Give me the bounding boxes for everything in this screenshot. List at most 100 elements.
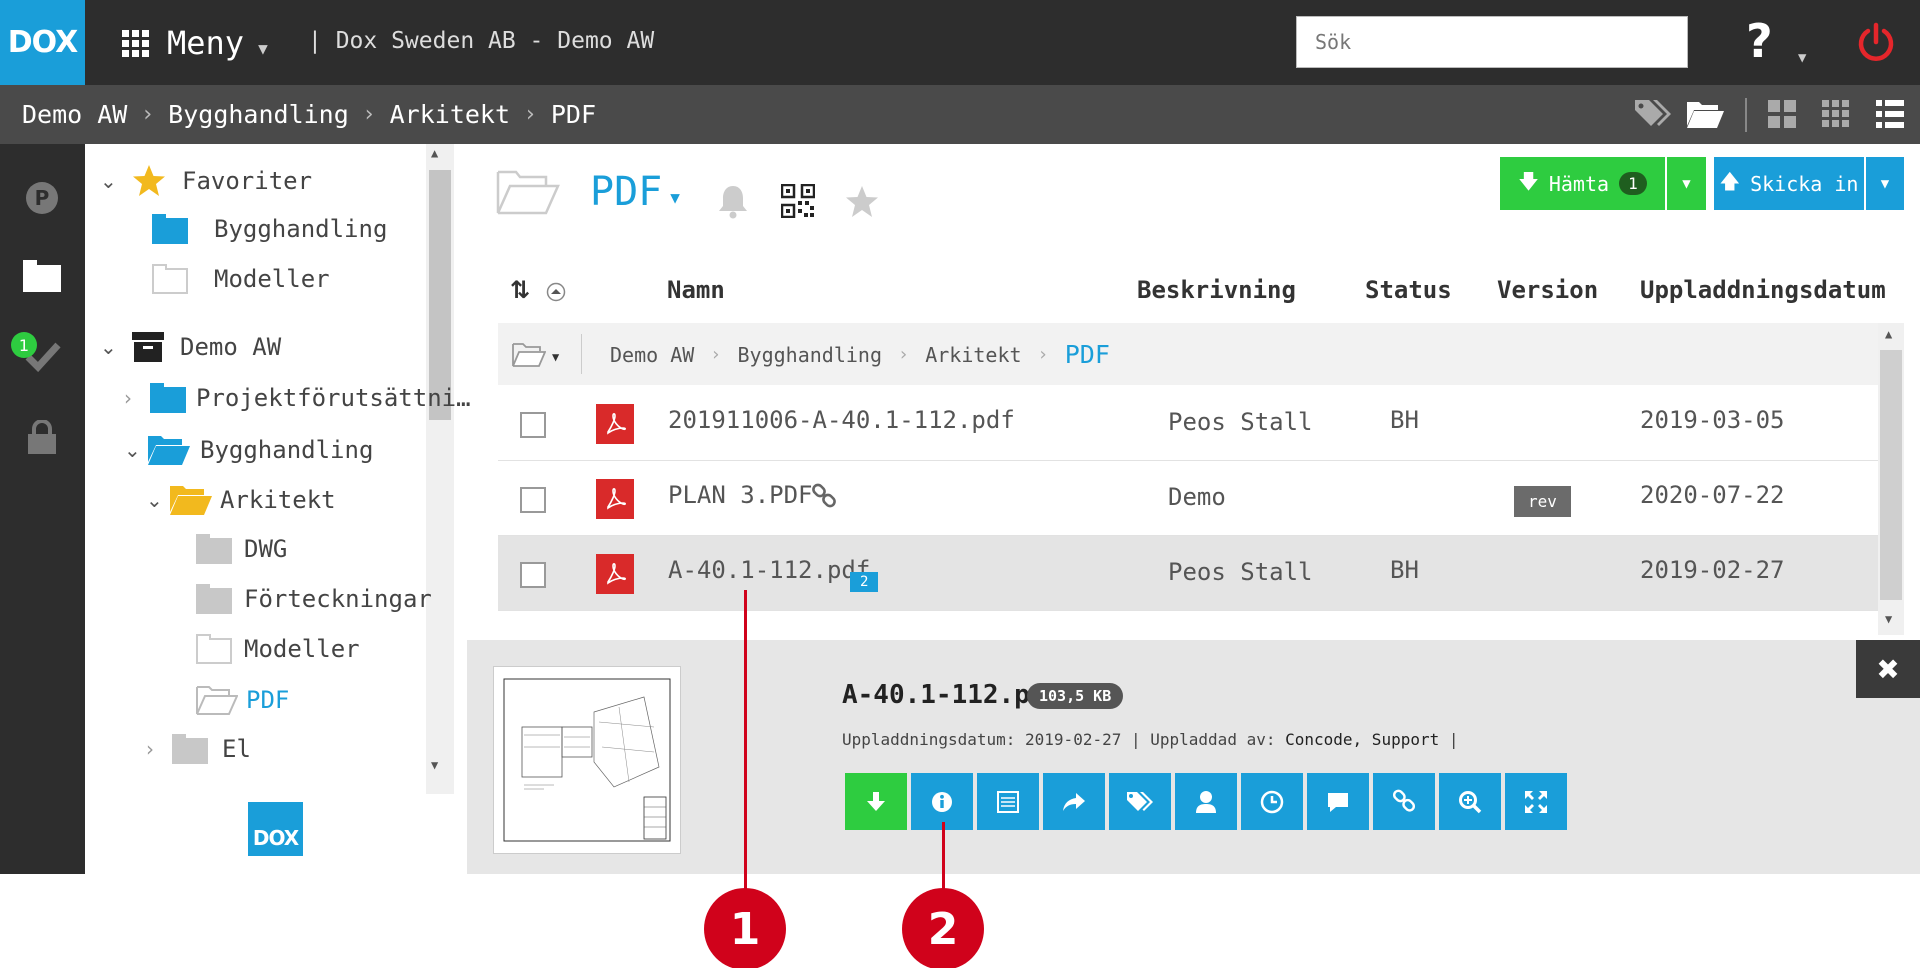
breadcrumb-item[interactable]: Bygghandling <box>168 100 349 129</box>
tree-item-label: Favoriter <box>182 167 313 195</box>
tree-item-demo-aw[interactable]: ⌄ Demo AW <box>100 332 281 362</box>
column-header-version[interactable]: Version <box>1497 276 1598 304</box>
meta-prefix: Uppladdningsdatum: 2019-02-27 | Uppladda… <box>842 730 1286 749</box>
folder-icon[interactable] <box>23 260 61 292</box>
column-header-name[interactable]: Namn <box>667 276 725 304</box>
column-header-description[interactable]: Beskrivning <box>1137 276 1296 304</box>
company-name: | Dox Sweden AB - Demo AW <box>308 28 655 54</box>
upload-button[interactable]: 🡅 Skicka in <box>1714 157 1864 210</box>
tree-item-dwg[interactable]: DWG <box>196 534 287 564</box>
folder-open-outline-icon[interactable] <box>512 342 546 368</box>
comment-action-button[interactable] <box>1307 773 1369 830</box>
lock-icon[interactable] <box>26 420 58 454</box>
grid-small-icon[interactable] <box>1822 100 1850 128</box>
row-checkbox[interactable] <box>520 487 546 513</box>
close-detail-button[interactable]: ✖ <box>1856 640 1920 698</box>
chevron-down-icon[interactable]: ⌄ <box>100 169 122 193</box>
zoom-action-button[interactable] <box>1439 773 1501 830</box>
column-header-date[interactable]: Uppladdningsdatum <box>1640 276 1886 304</box>
file-name[interactable]: A-40.1-112.pdf <box>668 556 870 584</box>
table-scrollbar-thumb[interactable] <box>1880 350 1902 600</box>
chevron-down-icon[interactable]: ⌄ <box>124 438 146 462</box>
share-action-button[interactable] <box>1043 773 1105 830</box>
tree-item-bygghandling[interactable]: ⌄ Bygghandling <box>124 434 373 466</box>
dox-logo[interactable]: DOX <box>0 0 85 85</box>
tree-item-favoriter[interactable]: ⌄ Favoriter <box>100 164 312 198</box>
version-badge[interactable]: rev <box>1514 485 1571 517</box>
table-row[interactable]: PLAN 3.PDF Demo rev 2020-07-22 <box>498 461 1878 536</box>
file-status: BH <box>1390 556 1419 584</box>
favorite-star-icon[interactable] <box>844 185 880 219</box>
file-name[interactable]: 201911006-A-40.1-112.pdf <box>668 406 1015 434</box>
tree-item-modeller-fav[interactable]: Modeller <box>152 264 330 294</box>
folder-open-icon[interactable] <box>1686 98 1724 130</box>
column-header-status[interactable]: Status <box>1365 276 1452 304</box>
tags-icon <box>1127 791 1153 811</box>
folder-icon <box>152 214 188 244</box>
scroll-up-icon[interactable]: ▲ <box>1885 327 1892 341</box>
link-action-button[interactable] <box>1373 773 1435 830</box>
path-item[interactable]: Demo AW <box>610 343 694 367</box>
table-row[interactable]: 201911006-A-40.1-112.pdf Peos Stall BH 2… <box>498 386 1878 461</box>
path-item-current[interactable]: PDF <box>1065 340 1110 369</box>
chevron-down-icon[interactable]: ⌄ <box>100 335 122 359</box>
list-view-icon[interactable] <box>1876 100 1904 128</box>
row-checkbox[interactable] <box>520 412 546 438</box>
parking-icon[interactable]: P <box>25 181 59 215</box>
tree-item-forteckningar[interactable]: Förteckningar <box>196 584 432 614</box>
chevron-right-icon[interactable]: › <box>146 737 168 761</box>
tree-item-pdf[interactable]: PDF <box>196 684 289 716</box>
tags-icon[interactable] <box>1633 96 1671 132</box>
tree-item-arkitekt[interactable]: ⌄ Arkitekt <box>146 484 336 516</box>
breadcrumb-item[interactable]: Arkitekt <box>390 100 510 129</box>
tree-item-projekt[interactable]: › Projektförutsättni… <box>124 383 471 413</box>
download-button[interactable]: 🡇 Hämta 1 <box>1500 157 1665 210</box>
tree-item-modeller[interactable]: Modeller <box>196 634 360 664</box>
chevron-right-icon[interactable]: › <box>124 386 146 410</box>
menu-button[interactable]: Meny ▼ <box>122 20 268 66</box>
history-action-button[interactable] <box>1241 773 1303 830</box>
breadcrumb-item[interactable]: PDF <box>551 100 596 129</box>
comment-count-badge[interactable]: 2 <box>850 564 879 592</box>
folder-outline-icon <box>152 264 188 294</box>
download-dropdown-button[interactable]: ▼ <box>1667 157 1706 210</box>
caret-down-icon[interactable]: ▼ <box>1798 50 1806 66</box>
link-icon[interactable] <box>810 483 838 511</box>
table-row-selected[interactable]: A-40.1-112.pdf 2 Peos Stall BH 2019-02-2… <box>498 536 1878 611</box>
scroll-down-icon[interactable]: ▼ <box>431 758 438 772</box>
chevron-down-icon[interactable]: ⌄ <box>146 488 168 512</box>
user-action-button[interactable] <box>1175 773 1237 830</box>
folder-icon <box>196 584 232 614</box>
sort-icon[interactable]: ⇅ <box>510 276 530 304</box>
sort-up-circle-icon[interactable] <box>546 282 566 302</box>
path-item[interactable]: Bygghandling <box>738 343 883 367</box>
file-size-badge: 103,5 KB <box>1027 683 1124 709</box>
file-thumbnail[interactable] <box>493 666 681 854</box>
help-button[interactable]: ? <box>1746 14 1773 68</box>
scroll-up-icon[interactable]: ▲ <box>431 146 438 160</box>
caret-down-icon[interactable]: ▼ <box>552 350 559 364</box>
page-title[interactable]: PDF <box>590 169 662 215</box>
scroll-down-icon[interactable]: ▼ <box>1885 612 1892 626</box>
tree-item-bygghandling-fav[interactable]: Bygghandling <box>152 214 387 244</box>
search-input[interactable] <box>1296 16 1688 68</box>
grid-large-icon[interactable] <box>1768 100 1796 128</box>
tree-item-el[interactable]: › El <box>146 734 251 764</box>
meta-user[interactable]: Concode, Support <box>1285 730 1439 749</box>
row-checkbox[interactable] <box>520 562 546 588</box>
share-icon <box>1063 792 1085 811</box>
list-action-button[interactable] <box>977 773 1039 830</box>
folder-open-outline-icon <box>196 686 238 715</box>
download-action-button[interactable] <box>845 773 907 830</box>
path-item[interactable]: Arkitekt <box>925 343 1021 367</box>
breadcrumb-item[interactable]: Demo AW <box>22 100 127 129</box>
caret-down-icon[interactable]: ▼ <box>670 188 680 207</box>
power-icon[interactable] <box>1856 22 1896 62</box>
chevron-right-icon: › <box>143 102 153 127</box>
file-name[interactable]: PLAN 3.PDF <box>668 481 813 509</box>
qr-code-icon[interactable] <box>781 184 815 218</box>
upload-dropdown-button[interactable]: ▼ <box>1866 157 1904 210</box>
fullscreen-action-button[interactable] <box>1505 773 1567 830</box>
bell-icon[interactable] <box>716 183 750 219</box>
tags-action-button[interactable] <box>1109 773 1171 830</box>
